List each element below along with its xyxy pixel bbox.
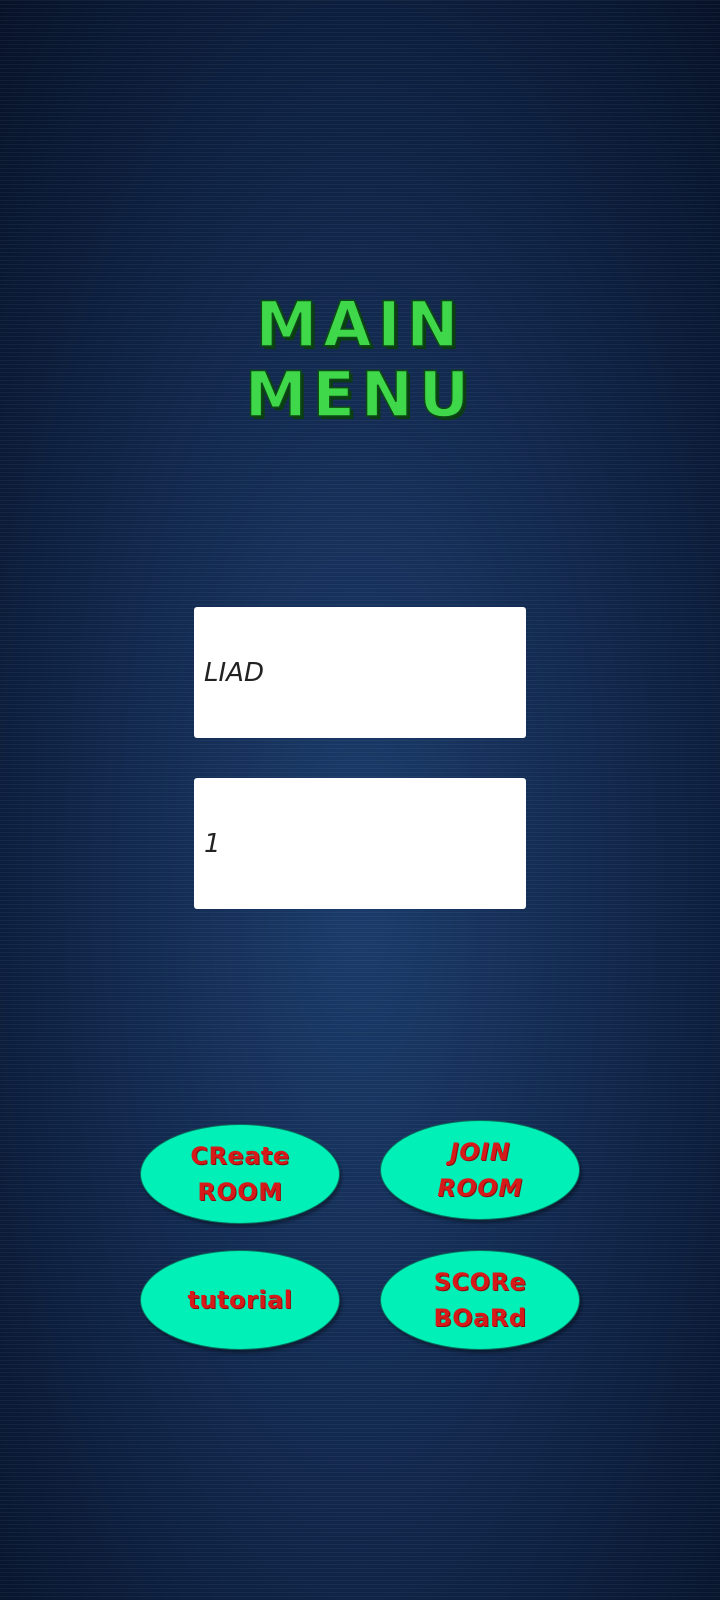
page-title-line-2: MENU bbox=[244, 358, 476, 431]
join-room-button[interactable]: JOIN ROOM bbox=[380, 1120, 580, 1220]
create-room-button-label: CReate ROOM bbox=[190, 1142, 290, 1206]
tutorial-button[interactable]: tutorial bbox=[140, 1250, 340, 1350]
join-room-button-label: JOIN ROOM bbox=[437, 1138, 523, 1202]
player-name-input[interactable] bbox=[194, 607, 526, 738]
score-board-button[interactable]: SCORe BOaRd bbox=[380, 1250, 580, 1350]
room-number-input[interactable] bbox=[194, 778, 526, 909]
score-board-button-label: SCORe BOaRd bbox=[433, 1268, 527, 1332]
create-room-button[interactable]: CReate ROOM bbox=[140, 1124, 340, 1224]
tutorial-button-label: tutorial bbox=[187, 1286, 293, 1314]
page-title-line-1: MAIN bbox=[255, 288, 465, 361]
main-menu-screen: MAIN MENU CReate ROOM JOIN ROOM tutorial… bbox=[0, 0, 720, 1600]
page-title: MAIN MENU bbox=[0, 288, 720, 431]
